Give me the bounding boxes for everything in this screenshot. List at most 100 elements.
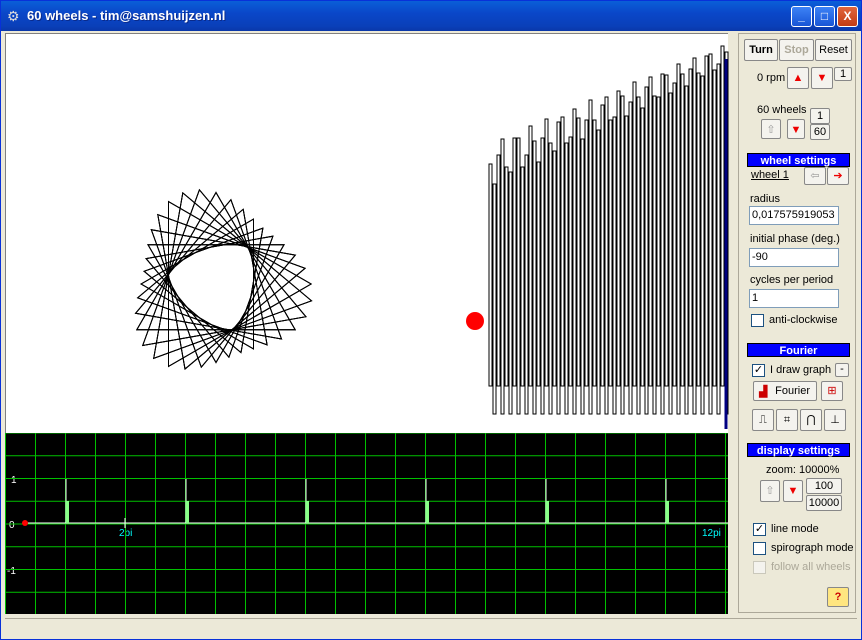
radius-input[interactable]: 0,017575919053 [749, 206, 839, 225]
trace-line [628, 101, 633, 415]
wheel-next-button[interactable]: ➔ [827, 167, 849, 185]
wheels-up-button[interactable]: ⇧ [761, 119, 781, 139]
trace-line [620, 95, 625, 415]
display-settings-header: display settings [747, 443, 850, 457]
draw-graph-checkbox[interactable]: ✓ [752, 364, 765, 377]
trace-line [684, 85, 689, 415]
trace-line [580, 138, 585, 415]
trace-line [616, 90, 621, 387]
trace-line [492, 183, 497, 415]
trace-line [652, 95, 657, 415]
graph-label-12pi: 12pi [702, 528, 721, 539]
trace-line [604, 96, 609, 415]
zoom-100-button[interactable]: 100 [806, 478, 842, 494]
follow-all-wheels-checkbox[interactable] [753, 561, 766, 574]
trace-line [672, 82, 677, 387]
trace-line [588, 99, 593, 415]
graph-area: 1 0 -1 2pi 12pi [5, 432, 728, 614]
wheel-prev-button[interactable]: ⇦ [804, 167, 826, 185]
trace-line [656, 96, 661, 387]
arrow-up-outline-icon: ⇧ [765, 485, 775, 497]
wheel-settings-header: wheel settings [747, 153, 850, 167]
trace-line [576, 117, 581, 387]
close-button[interactable]: X [837, 6, 858, 27]
trace-line [700, 75, 705, 415]
trace-line [540, 137, 545, 415]
anticlockwise-checkbox[interactable] [751, 314, 764, 327]
maximize-button[interactable]: □ [814, 6, 835, 27]
anticlockwise-label: anti-clockwise [769, 314, 838, 326]
status-bar [5, 618, 857, 637]
fourier-button[interactable]: ▟ Fourier [753, 381, 817, 401]
trace-line [512, 137, 517, 387]
trace-line [488, 163, 493, 387]
impulse-wave-button[interactable]: ⊥ [824, 409, 846, 431]
trace-line [520, 166, 525, 387]
draw-graph-minus-button[interactable]: - [835, 363, 849, 377]
wheel-drawing [134, 45, 729, 429]
trace-line [648, 76, 653, 387]
trace-line [680, 73, 685, 387]
help-button[interactable]: ? [827, 587, 849, 607]
trace-line [500, 138, 505, 415]
minimize-button[interactable]: _ [791, 6, 812, 27]
trace-line [624, 115, 629, 387]
wheel-canvas [5, 33, 729, 433]
fourier-button-label: Fourier [775, 385, 810, 397]
wheels-down-button[interactable]: ▼ [787, 119, 805, 139]
square-wave-button[interactable]: ⎍ [752, 409, 774, 431]
wheel-select-label[interactable]: wheel 1 [751, 169, 789, 181]
trace-line [552, 150, 557, 387]
arrow-left-outline-icon: ⇦ [810, 170, 820, 182]
title-bar[interactable]: ⚙ 60 wheels - tim@samshuijzen.nl _ □ X [1, 1, 861, 31]
trace-line [536, 161, 541, 387]
draw-graph-label: I draw graph [770, 364, 832, 376]
control-panel: Turn Stop Reset 0 rpm ▲ ▼ 1 60 wheels ⇧ … [738, 33, 856, 613]
graph-label-1: 1 [11, 475, 17, 486]
rpm-down-button[interactable]: ▼ [811, 67, 833, 89]
trace-line [524, 154, 529, 415]
triangle-wave-button[interactable]: ⌗ [776, 409, 798, 431]
rpm-step-button[interactable]: 1 [834, 67, 852, 81]
pulse-wave-icon: ⋂ [806, 414, 816, 426]
trace-line [608, 119, 613, 387]
arrow-down-icon: ▼ [816, 72, 828, 84]
graph-options-button[interactable]: ⊞ [821, 381, 843, 401]
fourier-graph: 1 0 -1 2pi 12pi [5, 432, 728, 614]
phase-input[interactable]: -90 [749, 248, 839, 267]
graph-impulse-fill [666, 501, 669, 523]
trace-line [632, 81, 637, 387]
cycles-input[interactable]: 1 [749, 289, 839, 308]
zoom-up-button[interactable]: ⇧ [760, 480, 780, 502]
rpm-up-button[interactable]: ▲ [787, 67, 809, 89]
trace-line [528, 125, 533, 387]
fourier-header: Fourier [747, 343, 850, 357]
phase-label: initial phase (deg.) [750, 233, 840, 245]
trace-line [532, 140, 537, 415]
spirograph-stroke [134, 198, 283, 340]
zoom-down-button[interactable]: ▼ [783, 480, 803, 502]
wheels-min-button[interactable]: 1 [810, 108, 830, 124]
wheels-max-button[interactable]: 60 [810, 124, 830, 140]
spirograph-pattern [134, 188, 313, 370]
trace-line [544, 118, 549, 387]
stop-button[interactable]: Stop [779, 39, 814, 61]
zoom-10000-button[interactable]: 10000 [806, 495, 842, 511]
spirograph-mode-checkbox[interactable] [753, 542, 766, 555]
trace-line [688, 68, 693, 387]
trace-line [600, 104, 605, 387]
turn-button[interactable]: Turn [744, 39, 778, 61]
trace-line [612, 116, 617, 415]
spirograph-stroke [134, 198, 283, 340]
reset-button[interactable]: Reset [815, 39, 852, 61]
trace-line [716, 63, 721, 415]
trace-line [548, 142, 553, 415]
trace-line [592, 119, 597, 387]
rpm-label: 0 rpm [757, 72, 786, 84]
trace-line [712, 69, 717, 387]
line-mode-checkbox[interactable]: ✓ [753, 523, 766, 536]
trace-line [496, 154, 501, 387]
trace-line [596, 129, 601, 415]
graph-label-0: 0 [9, 520, 15, 531]
pulse-wave-button[interactable]: ⋂ [800, 409, 822, 431]
